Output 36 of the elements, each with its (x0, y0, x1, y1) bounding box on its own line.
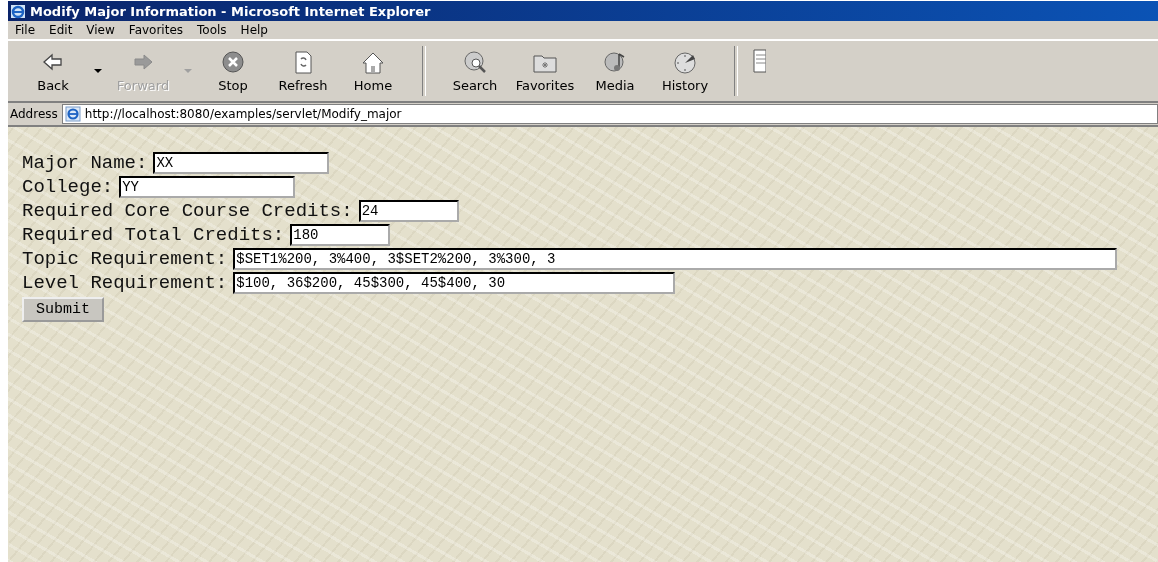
address-field[interactable]: http://localhost:8080/examples/servlet/Modify_major (61, 104, 1158, 124)
field-label: College: (22, 176, 114, 198)
field-label: Topic Requirement: (22, 248, 228, 270)
menu-item[interactable]: Tools (190, 23, 234, 37)
stop-icon (220, 49, 246, 76)
menu-item[interactable]: Favorites (121, 23, 191, 37)
field-label: Level Requirement: (22, 272, 228, 294)
menu-item[interactable]: Help (233, 23, 275, 37)
window-title: Modify Major Information - Microsoft Internet Explorer (30, 3, 431, 19)
input-field[interactable]: 24 (358, 200, 459, 222)
stop-toolbar-button[interactable]: Stop (198, 44, 268, 98)
address-label: Address (10, 107, 58, 121)
address-url: http://localhost:8080/examples/servlet/Modify_major (84, 107, 402, 121)
document-icon[interactable] (752, 48, 766, 74)
media-toolbar-button[interactable]: Media (580, 44, 650, 98)
history-toolbar-button[interactable]: History (650, 44, 720, 98)
history-icon (672, 49, 698, 76)
input-field[interactable]: $100, 36$200, 45$300, 45$400, 30 (233, 272, 676, 294)
refresh-toolbar-button[interactable]: Refresh (268, 44, 338, 98)
menu-item[interactable]: View (79, 23, 122, 37)
home-toolbar-button[interactable]: Home (338, 44, 408, 98)
input-field[interactable]: XX (153, 152, 330, 174)
field-label: Major Name: (22, 152, 148, 174)
browser-icon (10, 3, 26, 19)
menu-item[interactable]: Edit (42, 23, 80, 37)
submit-button[interactable]: Submit (22, 297, 104, 322)
field-label: Required Core Course Credits: (22, 200, 353, 222)
input-field[interactable]: 180 (290, 224, 391, 246)
input-field[interactable]: $SET1%200, 3%400, 3$SET2%200, 3%300, 3 (233, 248, 1118, 270)
back-toolbar-button[interactable]: Back (18, 44, 88, 98)
field-label: Required Total Credits: (22, 224, 285, 246)
page-icon (64, 106, 81, 122)
menu-item[interactable]: File (8, 23, 43, 37)
search-toolbar-button[interactable]: Search (440, 44, 510, 98)
favorites-toolbar-button[interactable]: Favorites (510, 44, 580, 98)
input-field[interactable]: YY (119, 176, 296, 198)
